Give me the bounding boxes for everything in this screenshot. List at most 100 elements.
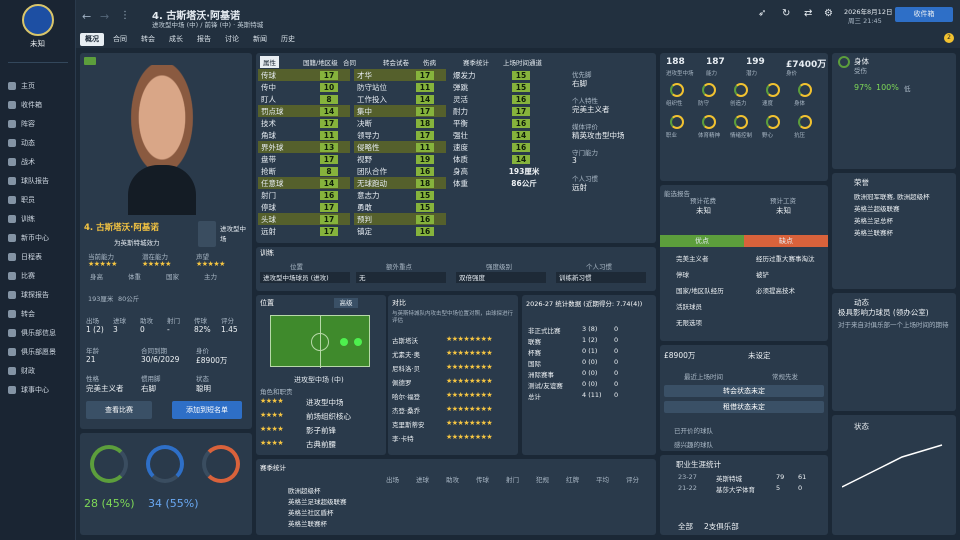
compare-player[interactable]: 古斯塔沃	[392, 335, 418, 345]
forward-icon[interactable]: →	[100, 10, 109, 23]
attr-value: 14	[512, 130, 530, 140]
compare-stars: ★★★★★★★★	[446, 377, 493, 385]
sidebar-item-1[interactable]: 收件箱	[0, 97, 76, 113]
nav-icon	[8, 348, 16, 356]
season-panel: 2026-27 统计数据 (近期得分: 7.74(4)) 非正式比赛 3 (8) 0…	[522, 295, 656, 455]
comp-row[interactable]: 英格兰社区盾杯	[288, 507, 334, 517]
attr-row: 侵略性 11	[354, 141, 446, 153]
comp-col: 犯规	[536, 476, 549, 484]
training-select[interactable]: 双倍强度	[456, 272, 546, 283]
sidebar-item-label: 收件箱	[21, 101, 42, 109]
club-crest[interactable]	[22, 4, 54, 36]
honor-item: 英格兰足总杯	[854, 217, 893, 225]
tab-5[interactable]: 讨论	[220, 33, 244, 46]
loan-status-button[interactable]: 租借状态未定	[664, 401, 824, 413]
value-2: 未设定	[748, 351, 771, 360]
career-club[interactable]: 英斯特城	[716, 473, 742, 483]
sidebar-item-8[interactable]: 新币中心	[0, 230, 76, 246]
attr-tab-1[interactable]: 国籍/地区级	[300, 56, 341, 68]
gear-icon[interactable]: ⚙	[824, 8, 833, 19]
role-line1: 进攻型中	[220, 225, 246, 233]
comp-row[interactable]: 英格兰足球超级联赛	[288, 496, 347, 506]
sidebar-item-label: 职员	[21, 196, 35, 204]
attr-value: 17	[320, 214, 338, 224]
attr-tab-4[interactable]: 伤病	[420, 56, 439, 68]
menu-icon[interactable]: ⋮	[120, 10, 130, 21]
sidebar-item-13[interactable]: 俱乐部信息	[0, 325, 76, 341]
sidebar-item-16[interactable]: 球事中心	[0, 382, 76, 398]
sidebar-item-label: 俱乐部愿景	[21, 348, 56, 356]
attr-tab-0[interactable]: 属性	[260, 56, 279, 68]
attr-ring	[766, 83, 780, 97]
transfer-status-button[interactable]: 转会状态未定	[664, 385, 824, 397]
career-goals: 0	[798, 484, 803, 492]
training-col: 个人习惯	[586, 263, 612, 271]
value-label: 常规先发	[772, 373, 798, 381]
view-match-button[interactable]: 查看比赛	[86, 401, 152, 419]
sidebar-item-0[interactable]: 主页	[0, 78, 76, 94]
sidebar-item-5[interactable]: 球队报告	[0, 173, 76, 189]
refresh-icon[interactable]: ↻	[782, 8, 790, 19]
compare-player[interactable]: 尤素夫·奥	[392, 349, 420, 359]
tab-2[interactable]: 转会	[136, 33, 160, 46]
position-mode[interactable]: 高级	[334, 298, 358, 308]
extra-value: 3	[572, 156, 577, 165]
nav-icon	[8, 120, 16, 128]
tab-3[interactable]: 成长	[164, 33, 188, 46]
extra-value: 远射	[572, 183, 587, 192]
attr-tab-3[interactable]: 转会试卷	[380, 56, 412, 68]
role-name[interactable]: 前场组织核心	[306, 411, 351, 422]
compare-player[interactable]: 佩德罗	[392, 377, 412, 387]
comp-row[interactable]: 欧洲超级杯	[288, 485, 321, 495]
attr-tab-2[interactable]: 合同	[340, 56, 359, 68]
tab-6[interactable]: 新闻	[248, 33, 272, 46]
attr-value: 17	[320, 154, 338, 164]
compare-player[interactable]: 克里斯蒂安	[392, 419, 425, 429]
honors-panel: 荣誉 欧洲冠军联赛, 欧洲超级杯 英格兰超级联赛 英格兰足总杯 英格兰联赛杯	[832, 173, 956, 289]
sidebar-item-12[interactable]: 转会	[0, 306, 76, 322]
tab-4[interactable]: 报告	[192, 33, 216, 46]
role-name[interactable]: 进攻型中场	[306, 397, 344, 408]
sidebar-item-10[interactable]: 比赛	[0, 268, 76, 284]
compare-player[interactable]: 李·卡特	[392, 433, 414, 443]
back-icon[interactable]: ←	[82, 10, 91, 23]
attr-tab-5[interactable]: 赛季统计	[460, 56, 492, 68]
summary-label: 潜力	[746, 71, 758, 77]
attr-ring	[766, 115, 780, 129]
compare-player[interactable]: 尼科洛·贝	[392, 363, 420, 373]
sidebar-item-11[interactable]: 球探报告	[0, 287, 76, 303]
goals-ring	[90, 445, 128, 483]
role-name[interactable]: 古典前腰	[306, 439, 336, 450]
training-select[interactable]: 无	[356, 272, 446, 283]
sidebar-item-3[interactable]: 动态	[0, 135, 76, 151]
compare-player[interactable]: 杰登·桑乔	[392, 405, 420, 415]
rocket-icon[interactable]: ➶	[758, 8, 766, 19]
sidebar-item-15[interactable]: 财政	[0, 363, 76, 379]
compare-player[interactable]: 哈尔·福登	[392, 391, 420, 401]
attr-tab-6[interactable]: 上场时间通道	[500, 56, 545, 68]
attr-name: 决断	[357, 118, 372, 128]
compare-stars: ★★★★★★★★	[446, 433, 493, 441]
tab-7[interactable]: 历史	[276, 33, 300, 46]
sidebar-item-label: 俱乐部信息	[21, 329, 56, 337]
sidebar-item-9[interactable]: 日程表	[0, 249, 76, 265]
sidebar-item-2[interactable]: 阵容	[0, 116, 76, 132]
tab-bar: 概况 合同 转会 成长 报告 讨论 新闻 历史	[80, 33, 300, 46]
notification-badge[interactable]: 2	[944, 33, 954, 43]
career-club[interactable]: 基莎大学体育	[716, 484, 755, 494]
tab-0[interactable]: 概况	[80, 33, 104, 46]
training-select[interactable]: 训练新习惯	[556, 272, 646, 283]
sidebar-item-14[interactable]: 俱乐部愿景	[0, 344, 76, 360]
sidebar-item-6[interactable]: 职员	[0, 192, 76, 208]
continue-button[interactable]: 收件箱	[895, 7, 953, 22]
sidebar-item-4[interactable]: 战术	[0, 154, 76, 170]
attr-row: 盯人 8	[258, 93, 350, 105]
sidebar-item-7[interactable]: 训练	[0, 211, 76, 227]
pro-item: 停球	[676, 271, 689, 279]
exchange-icon[interactable]: ⇄	[804, 8, 812, 19]
role-name[interactable]: 影子前锋	[306, 425, 336, 436]
shortlist-button[interactable]: 添加到短名单	[172, 401, 242, 419]
tab-1[interactable]: 合同	[108, 33, 132, 46]
training-select[interactable]: 进攻型中场球员 (进攻)	[260, 272, 350, 283]
comp-row[interactable]: 英格兰联赛杯	[288, 518, 327, 528]
